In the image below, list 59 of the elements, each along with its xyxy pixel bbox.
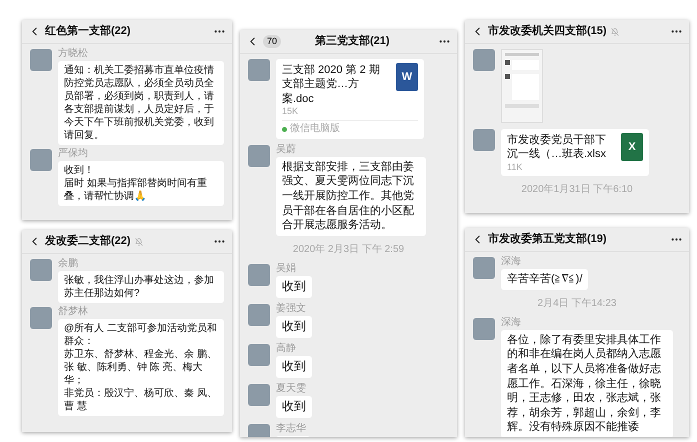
file-message[interactable]: 三支部 2020 第 2 期支部主题党…方案.doc W 15K 微信电脑版 [276,59,424,139]
file-type-icon: W [396,63,418,91]
sender-name: 高静 [276,344,296,354]
message-bubble: 收到 [276,276,312,298]
chat-title: 市发改委机关四支部(15) [488,24,607,40]
file-name: 市发改委党员干部下沉一线（…班表.xlsx [507,133,607,162]
message-bubble: 通知：机关工委招募市直单位疫情防控党员志愿队，必须全员动员全员部署，必须到岗，职责到人，请各支部提前谋划，人员定好后，于今天下午下班前报机关党委，收到请回复。 [58,61,224,145]
message-bubble: 根据支部安排，三支部由姜强文、夏天雯两位同志下沉一线开展防控工作。其他党员干部在各自居住的小区配合开展志愿服务活动。 [276,156,426,236]
avatar-photo [30,259,52,281]
file-size: 11K [507,162,524,173]
avatar-photo [30,307,52,329]
avatar-photo [473,318,495,340]
sender-name: 舒梦林 [58,307,88,317]
timestamp: 2020年1月31日 下午6:10 [521,184,633,195]
avatar-photo [30,149,52,171]
message-bubble: 收到 [276,396,312,418]
avatar-photo [248,264,270,286]
file-name: 三支部 2020 第 2 期支部主题党…方案.doc [282,63,381,106]
unread-count: 70 [263,35,282,48]
sender-name: 姜强文 [276,304,306,314]
sender-name: 夏天雯 [276,384,306,394]
source-label: 微信电脑版 [290,123,340,136]
sender-name: 方晓松 [58,49,88,59]
avatar-photo [248,59,270,81]
avatar-photo [30,49,52,71]
sender-name: 吴蔚 [276,144,296,155]
sender-name: 严保均 [58,149,88,159]
message-bubble: 收到 [276,316,312,338]
chat-title: 发改委二支部(22) [45,234,131,250]
chat-title: 市发改委第五党支部(19) [488,232,607,248]
message-line: @所有人 二支部可参加活动党员和群众： [64,322,218,348]
avatar-photo [473,49,495,71]
message-bubble: 辛苦辛苦(≧∇≦)/ [501,269,588,290]
avatar-photo [473,257,495,279]
sender-name: 吴娟 [276,264,296,274]
avatar-photo [248,384,270,406]
avatar-photo [473,129,495,151]
avatar-photo [248,344,270,366]
sender-name: 余鹏 [58,259,78,269]
avatar-photo [248,304,270,326]
timestamp: 2月4日 下午14:23 [538,298,616,309]
sender-name: 深海 [501,318,521,328]
file-size: 15K [282,106,300,118]
app-icon [282,126,287,132]
message-bubble: 各位，除了有委里安排具体工作的和非在编在岗人员都纳入志愿者名单，以下人员将准备做好志愿工作。石深海，徐主任，徐晓明，王志修，田农，张志斌，张荐，胡余芳，郭超山，余剑，李辉。没有特殊原因不能推诿 [501,330,673,437]
file-type-icon: X [621,133,643,161]
message-line: 苏卫东、舒梦林、程金光、余 鹏、张 敏、陈利勇、钟 陈 亮、梅大华； [64,348,218,387]
sender-name: 深海 [501,257,521,267]
message-line: 届时 如果与指挥部替岗时间有重叠，请帮忙协调🙏 [64,177,208,203]
message-line: 收到！ [64,164,95,177]
timestamp: 2020年 2月3日 下午 2:59 [292,244,404,255]
avatar-photo [248,144,270,167]
message-bubble: 收到 [276,356,312,378]
message-line: 非党员：殷汉宁、杨可欣、秦 凤、曹 慧 [64,387,218,413]
chat-title: 第三党支部(21) [315,34,390,50]
chat-title: 红色第一支部(22) [45,24,131,40]
sender-name: 李志华 [276,424,306,434]
file-message[interactable]: 市发改委党员干部下沉一线（…班表.xlsx X 11K [501,129,649,176]
message-bubble: 张敏，我住浮山办事处这边，参加苏主任那边如何? [58,271,224,303]
